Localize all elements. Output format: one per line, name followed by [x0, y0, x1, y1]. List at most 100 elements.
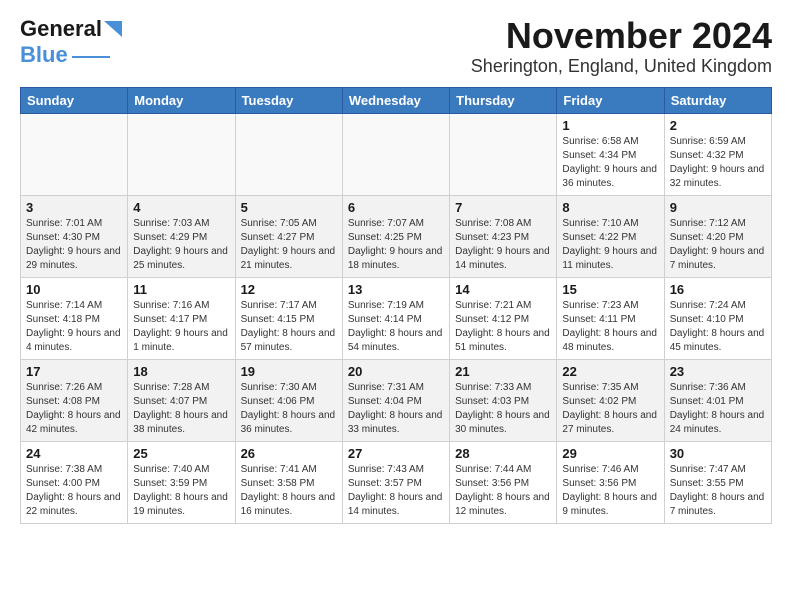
day-number: 13	[348, 282, 444, 297]
day-number: 25	[133, 446, 229, 461]
day-info: Sunrise: 7:30 AM Sunset: 4:06 PM Dayligh…	[241, 381, 337, 437]
table-row: 11 Sunrise: 7:16 AM Sunset: 4:17 PM Dayli…	[128, 277, 235, 359]
day-number: 9	[670, 200, 766, 215]
day-number: 26	[241, 446, 337, 461]
calendar-header-row: Sunday Monday Tuesday Wednesday Thursday…	[21, 87, 772, 113]
table-row: 6Sunrise: 7:07 AM Sunset: 4:25 PM Daylig…	[342, 195, 449, 277]
day-number: 28	[455, 446, 551, 461]
table-row: 12 Sunrise: 7:17 AM Sunset: 4:15 PM Dayli…	[235, 277, 342, 359]
table-row: 30 Sunrise: 7:47 AM Sunset: 3:55 PM Dayli…	[664, 441, 771, 523]
day-number: 7	[455, 200, 551, 215]
col-friday: Friday	[557, 87, 664, 113]
calendar-week-row: 10Sunrise: 7:14 AM Sunset: 4:18 PM Dayli…	[21, 277, 772, 359]
day-info: Sunrise: 7:01 AM Sunset: 4:30 PM Dayligh…	[26, 217, 122, 273]
logo-blue: Blue	[20, 42, 68, 68]
calendar-week-row: 3 Sunrise: 7:01 AM Sunset: 4:30 PM Daylig…	[21, 195, 772, 277]
day-number: 17	[26, 364, 122, 379]
day-info: Sunrise: 7:23 AM Sunset: 4:11 PM Dayligh…	[562, 299, 658, 355]
day-number: 30	[670, 446, 766, 461]
day-info: Sunrise: 7:03 AM Sunset: 4:29 PM Dayligh…	[133, 217, 229, 273]
table-row: 9 Sunrise: 7:12 AM Sunset: 4:20 PM Daylig…	[664, 195, 771, 277]
table-row: 29 Sunrise: 7:46 AM Sunset: 3:56 PM Dayli…	[557, 441, 664, 523]
calendar-table: Sunday Monday Tuesday Wednesday Thursday…	[20, 87, 772, 524]
day-number: 1	[562, 118, 658, 133]
col-thursday: Thursday	[450, 87, 557, 113]
day-info: Sunrise: 7:47 AM Sunset: 3:55 PM Dayligh…	[670, 463, 766, 519]
day-number: 14	[455, 282, 551, 297]
col-sunday: Sunday	[21, 87, 128, 113]
day-info: Sunrise: 7:36 AM Sunset: 4:01 PM Dayligh…	[670, 381, 766, 437]
table-row	[21, 113, 128, 195]
day-info: Sunrise: 7:46 AM Sunset: 3:56 PM Dayligh…	[562, 463, 658, 519]
day-number: 5	[241, 200, 337, 215]
day-info: Sunrise: 7:44 AM Sunset: 3:56 PM Dayligh…	[455, 463, 551, 519]
table-row: 2 Sunrise: 6:59 AM Sunset: 4:32 PM Daylig…	[664, 113, 771, 195]
month-title: November 2024	[471, 16, 772, 56]
day-info: Sunrise: 7:19 AM Sunset: 4:14 PM Dayligh…	[348, 299, 444, 355]
day-number: 27	[348, 446, 444, 461]
day-number: 6	[348, 200, 444, 215]
table-row: 1 Sunrise: 6:58 AM Sunset: 4:34 PM Daylig…	[557, 113, 664, 195]
day-number: 12	[241, 282, 337, 297]
day-info: Sunrise: 7:31 AM Sunset: 4:04 PM Dayligh…	[348, 381, 444, 437]
day-info: Sunrise: 7:16 AM Sunset: 4:17 PM Dayligh…	[133, 299, 229, 355]
day-info: Sunrise: 7:43 AM Sunset: 3:57 PM Dayligh…	[348, 463, 444, 519]
day-number: 24	[26, 446, 122, 461]
table-row: 8Sunrise: 7:10 AM Sunset: 4:22 PM Daylig…	[557, 195, 664, 277]
day-info: Sunrise: 7:35 AM Sunset: 4:02 PM Dayligh…	[562, 381, 658, 437]
table-row: 24Sunrise: 7:38 AM Sunset: 4:00 PM Dayli…	[21, 441, 128, 523]
logo-underline	[72, 56, 110, 58]
location-subtitle: Sherington, England, United Kingdom	[471, 56, 772, 77]
table-row	[235, 113, 342, 195]
table-row: 4Sunrise: 7:03 AM Sunset: 4:29 PM Daylig…	[128, 195, 235, 277]
table-row: 3 Sunrise: 7:01 AM Sunset: 4:30 PM Daylig…	[21, 195, 128, 277]
day-info: Sunrise: 7:24 AM Sunset: 4:10 PM Dayligh…	[670, 299, 766, 355]
table-row: 21Sunrise: 7:33 AM Sunset: 4:03 PM Dayli…	[450, 359, 557, 441]
col-saturday: Saturday	[664, 87, 771, 113]
calendar-week-row: 24Sunrise: 7:38 AM Sunset: 4:00 PM Dayli…	[21, 441, 772, 523]
day-number: 15	[562, 282, 658, 297]
day-number: 20	[348, 364, 444, 379]
table-row	[450, 113, 557, 195]
day-number: 3	[26, 200, 122, 215]
day-info: Sunrise: 7:26 AM Sunset: 4:08 PM Dayligh…	[26, 381, 122, 437]
col-monday: Monday	[128, 87, 235, 113]
day-number: 29	[562, 446, 658, 461]
table-row: 19 Sunrise: 7:30 AM Sunset: 4:06 PM Dayli…	[235, 359, 342, 441]
table-row: 5 Sunrise: 7:05 AM Sunset: 4:27 PM Daylig…	[235, 195, 342, 277]
day-info: Sunrise: 7:14 AM Sunset: 4:18 PM Dayligh…	[26, 299, 122, 355]
day-info: Sunrise: 7:21 AM Sunset: 4:12 PM Dayligh…	[455, 299, 551, 355]
day-info: Sunrise: 7:41 AM Sunset: 3:58 PM Dayligh…	[241, 463, 337, 519]
day-number: 11	[133, 282, 229, 297]
day-number: 2	[670, 118, 766, 133]
day-info: Sunrise: 6:59 AM Sunset: 4:32 PM Dayligh…	[670, 135, 766, 191]
table-row: 28 Sunrise: 7:44 AM Sunset: 3:56 PM Dayli…	[450, 441, 557, 523]
logo: General Blue	[20, 16, 122, 68]
table-row: 13 Sunrise: 7:19 AM Sunset: 4:14 PM Dayli…	[342, 277, 449, 359]
logo-general: General	[20, 16, 102, 42]
day-info: Sunrise: 6:58 AM Sunset: 4:34 PM Dayligh…	[562, 135, 658, 191]
table-row: 7Sunrise: 7:08 AM Sunset: 4:23 PM Daylig…	[450, 195, 557, 277]
day-info: Sunrise: 7:28 AM Sunset: 4:07 PM Dayligh…	[133, 381, 229, 437]
calendar-week-row: 1 Sunrise: 6:58 AM Sunset: 4:34 PM Daylig…	[21, 113, 772, 195]
table-row: 23Sunrise: 7:36 AM Sunset: 4:01 PM Dayli…	[664, 359, 771, 441]
table-row: 15 Sunrise: 7:23 AM Sunset: 4:11 PM Dayli…	[557, 277, 664, 359]
day-info: Sunrise: 7:17 AM Sunset: 4:15 PM Dayligh…	[241, 299, 337, 355]
page: General Blue November 2024 Sherington, E…	[0, 0, 792, 534]
day-number: 22	[562, 364, 658, 379]
col-tuesday: Tuesday	[235, 87, 342, 113]
day-number: 19	[241, 364, 337, 379]
day-info: Sunrise: 7:12 AM Sunset: 4:20 PM Dayligh…	[670, 217, 766, 273]
table-row: 14 Sunrise: 7:21 AM Sunset: 4:12 PM Dayli…	[450, 277, 557, 359]
table-row: 18Sunrise: 7:28 AM Sunset: 4:07 PM Dayli…	[128, 359, 235, 441]
logo-triangle-icon	[104, 17, 122, 39]
title-block: November 2024 Sherington, England, Unite…	[471, 16, 772, 77]
day-number: 16	[670, 282, 766, 297]
day-number: 21	[455, 364, 551, 379]
calendar-week-row: 17 Sunrise: 7:26 AM Sunset: 4:08 PM Dayli…	[21, 359, 772, 441]
day-info: Sunrise: 7:05 AM Sunset: 4:27 PM Dayligh…	[241, 217, 337, 273]
day-info: Sunrise: 7:40 AM Sunset: 3:59 PM Dayligh…	[133, 463, 229, 519]
table-row: 25 Sunrise: 7:40 AM Sunset: 3:59 PM Dayli…	[128, 441, 235, 523]
col-wednesday: Wednesday	[342, 87, 449, 113]
header: General Blue November 2024 Sherington, E…	[20, 16, 772, 77]
